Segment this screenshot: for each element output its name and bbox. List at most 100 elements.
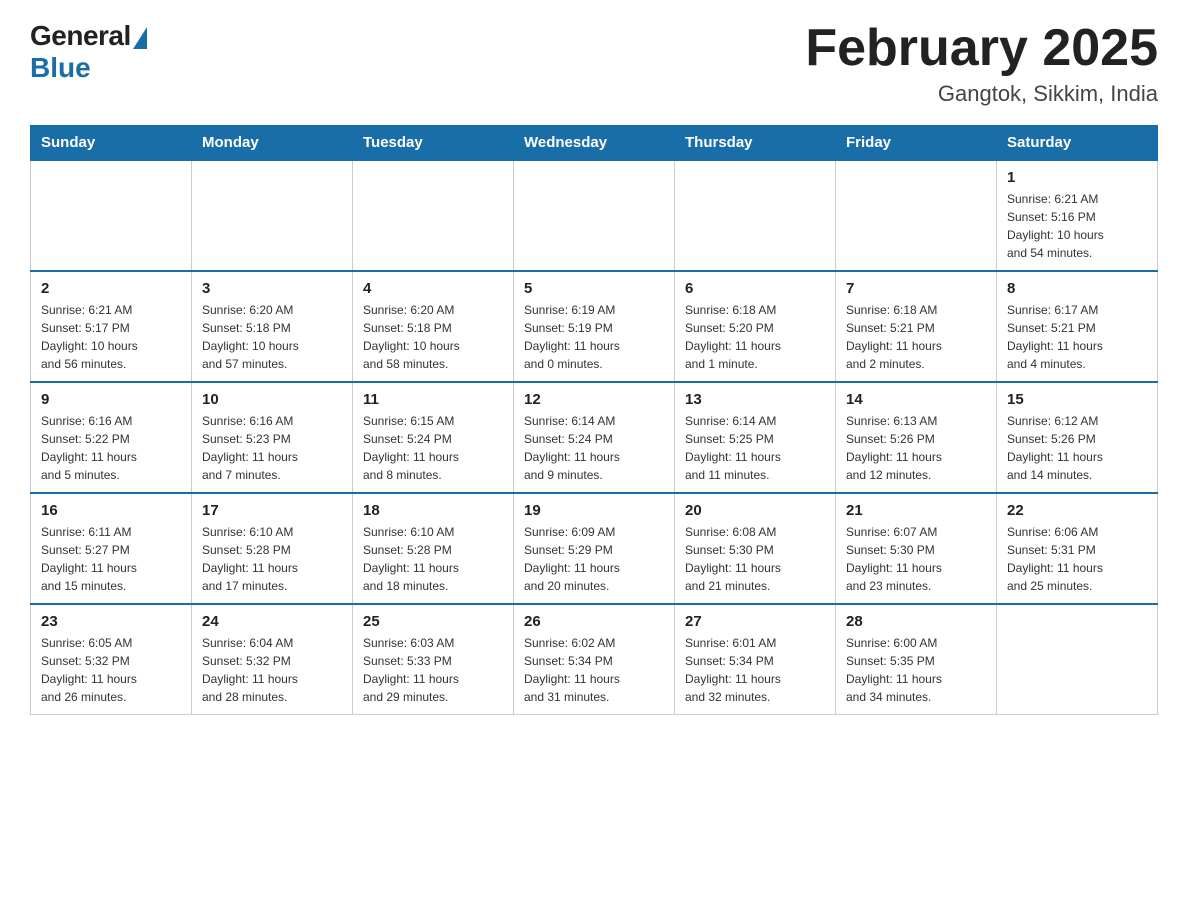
week-row-3: 9Sunrise: 6:16 AM Sunset: 5:22 PM Daylig… [31, 382, 1158, 493]
day-cell: 4 Sunrise: 6:20 AM Sunset: 5:18 PM Daylig… [353, 271, 514, 382]
day-number: 13 [685, 391, 825, 408]
day-cell [997, 604, 1158, 715]
day-cell: 14 Sunrise: 6:13 AM Sunset: 5:26 PM Dayli… [836, 382, 997, 493]
day-info: Sunrise: 6:14 AM Sunset: 5:24 PM Dayligh… [524, 412, 664, 484]
day-number: 20 [685, 502, 825, 519]
day-number: 2 [41, 280, 181, 297]
day-number: 16 [41, 502, 181, 519]
day-info: Sunrise: 6:10 AM Sunset: 5:28 PM Dayligh… [202, 523, 342, 595]
day-number: 12 [524, 391, 664, 408]
day-cell: 18 Sunrise: 6:10 AM Sunset: 5:28 PM Dayli… [353, 493, 514, 604]
day-number: 5 [524, 280, 664, 297]
week-row-4: 16 Sunrise: 6:11 AM Sunset: 5:27 PM Dayli… [31, 493, 1158, 604]
day-number: 15 [1007, 391, 1147, 408]
day-info: Sunrise: 6:20 AM Sunset: 5:18 PM Dayligh… [363, 301, 503, 373]
day-cell: 5Sunrise: 6:19 AM Sunset: 5:19 PM Daylig… [514, 271, 675, 382]
week-row-5: 23Sunrise: 6:05 AM Sunset: 5:32 PM Dayli… [31, 604, 1158, 715]
day-cell: 11 Sunrise: 6:15 AM Sunset: 5:24 PM Dayli… [353, 382, 514, 493]
day-number: 28 [846, 613, 986, 630]
logo: General Blue [30, 20, 147, 84]
day-cell: 9Sunrise: 6:16 AM Sunset: 5:22 PM Daylig… [31, 382, 192, 493]
day-cell: 3Sunrise: 6:20 AM Sunset: 5:18 PM Daylig… [192, 271, 353, 382]
day-info: Sunrise: 6:02 AM Sunset: 5:34 PM Dayligh… [524, 634, 664, 706]
day-info: Sunrise: 6:05 AM Sunset: 5:32 PM Dayligh… [41, 634, 181, 706]
day-info: Sunrise: 6:14 AM Sunset: 5:25 PM Dayligh… [685, 412, 825, 484]
day-info: Sunrise: 6:06 AM Sunset: 5:31 PM Dayligh… [1007, 523, 1147, 595]
day-cell [353, 160, 514, 271]
day-cell: 21 Sunrise: 6:07 AM Sunset: 5:30 PM Dayli… [836, 493, 997, 604]
day-number: 4 [363, 280, 503, 297]
day-number: 6 [685, 280, 825, 297]
day-number: 11 [363, 391, 503, 408]
day-cell [836, 160, 997, 271]
column-header-friday: Friday [836, 126, 997, 161]
day-info: Sunrise: 6:07 AM Sunset: 5:30 PM Dayligh… [846, 523, 986, 595]
day-info: Sunrise: 6:21 AM Sunset: 5:16 PM Dayligh… [1007, 190, 1147, 262]
day-cell: 6 Sunrise: 6:18 AM Sunset: 5:20 PM Daylig… [675, 271, 836, 382]
day-cell: 8 Sunrise: 6:17 AM Sunset: 5:21 PM Daylig… [997, 271, 1158, 382]
column-header-monday: Monday [192, 126, 353, 161]
title-block: February 2025 Gangtok, Sikkim, India [805, 20, 1158, 107]
column-header-wednesday: Wednesday [514, 126, 675, 161]
day-info: Sunrise: 6:17 AM Sunset: 5:21 PM Dayligh… [1007, 301, 1147, 373]
day-cell: 1 Sunrise: 6:21 AM Sunset: 5:16 PM Daylig… [997, 160, 1158, 271]
day-cell: 28 Sunrise: 6:00 AM Sunset: 5:35 PM Dayli… [836, 604, 997, 715]
day-cell: 20Sunrise: 6:08 AM Sunset: 5:30 PM Dayli… [675, 493, 836, 604]
day-info: Sunrise: 6:21 AM Sunset: 5:17 PM Dayligh… [41, 301, 181, 373]
column-header-saturday: Saturday [997, 126, 1158, 161]
day-cell: 10 Sunrise: 6:16 AM Sunset: 5:23 PM Dayli… [192, 382, 353, 493]
month-title: February 2025 [805, 20, 1158, 77]
day-cell [514, 160, 675, 271]
logo-triangle-icon [133, 27, 147, 49]
day-cell: 12 Sunrise: 6:14 AM Sunset: 5:24 PM Dayli… [514, 382, 675, 493]
day-number: 22 [1007, 502, 1147, 519]
day-info: Sunrise: 6:04 AM Sunset: 5:32 PM Dayligh… [202, 634, 342, 706]
day-number: 21 [846, 502, 986, 519]
day-number: 24 [202, 613, 342, 630]
day-number: 10 [202, 391, 342, 408]
day-info: Sunrise: 6:16 AM Sunset: 5:23 PM Dayligh… [202, 412, 342, 484]
day-cell: 24 Sunrise: 6:04 AM Sunset: 5:32 PM Dayli… [192, 604, 353, 715]
day-info: Sunrise: 6:10 AM Sunset: 5:28 PM Dayligh… [363, 523, 503, 595]
column-header-sunday: Sunday [31, 126, 192, 161]
day-cell: 15 Sunrise: 6:12 AM Sunset: 5:26 PM Dayli… [997, 382, 1158, 493]
day-info: Sunrise: 6:01 AM Sunset: 5:34 PM Dayligh… [685, 634, 825, 706]
day-number: 9 [41, 391, 181, 408]
day-number: 26 [524, 613, 664, 630]
day-number: 25 [363, 613, 503, 630]
location-title: Gangtok, Sikkim, India [805, 81, 1158, 107]
day-number: 17 [202, 502, 342, 519]
day-number: 7 [846, 280, 986, 297]
day-cell: 22 Sunrise: 6:06 AM Sunset: 5:31 PM Dayli… [997, 493, 1158, 604]
day-number: 19 [524, 502, 664, 519]
logo-general-text: General [30, 20, 131, 52]
column-header-tuesday: Tuesday [353, 126, 514, 161]
day-number: 1 [1007, 169, 1147, 186]
day-cell: 13 Sunrise: 6:14 AM Sunset: 5:25 PM Dayli… [675, 382, 836, 493]
calendar-table: SundayMondayTuesdayWednesdayThursdayFrid… [30, 125, 1158, 715]
day-number: 8 [1007, 280, 1147, 297]
day-cell [675, 160, 836, 271]
page-header: General Blue February 2025 Gangtok, Sikk… [30, 20, 1158, 107]
day-number: 27 [685, 613, 825, 630]
day-info: Sunrise: 6:18 AM Sunset: 5:20 PM Dayligh… [685, 301, 825, 373]
day-cell: 16 Sunrise: 6:11 AM Sunset: 5:27 PM Dayli… [31, 493, 192, 604]
day-cell: 23Sunrise: 6:05 AM Sunset: 5:32 PM Dayli… [31, 604, 192, 715]
day-number: 18 [363, 502, 503, 519]
logo-blue-text: Blue [30, 52, 91, 84]
week-row-2: 2 Sunrise: 6:21 AM Sunset: 5:17 PM Daylig… [31, 271, 1158, 382]
day-cell: 17 Sunrise: 6:10 AM Sunset: 5:28 PM Dayli… [192, 493, 353, 604]
day-info: Sunrise: 6:11 AM Sunset: 5:27 PM Dayligh… [41, 523, 181, 595]
day-cell [31, 160, 192, 271]
column-header-thursday: Thursday [675, 126, 836, 161]
day-info: Sunrise: 6:18 AM Sunset: 5:21 PM Dayligh… [846, 301, 986, 373]
day-cell: 19 Sunrise: 6:09 AM Sunset: 5:29 PM Dayli… [514, 493, 675, 604]
day-info: Sunrise: 6:09 AM Sunset: 5:29 PM Dayligh… [524, 523, 664, 595]
day-info: Sunrise: 6:00 AM Sunset: 5:35 PM Dayligh… [846, 634, 986, 706]
day-info: Sunrise: 6:13 AM Sunset: 5:26 PM Dayligh… [846, 412, 986, 484]
day-info: Sunrise: 6:12 AM Sunset: 5:26 PM Dayligh… [1007, 412, 1147, 484]
day-number: 14 [846, 391, 986, 408]
day-number: 3 [202, 280, 342, 297]
day-info: Sunrise: 6:15 AM Sunset: 5:24 PM Dayligh… [363, 412, 503, 484]
day-cell: 26 Sunrise: 6:02 AM Sunset: 5:34 PM Dayli… [514, 604, 675, 715]
